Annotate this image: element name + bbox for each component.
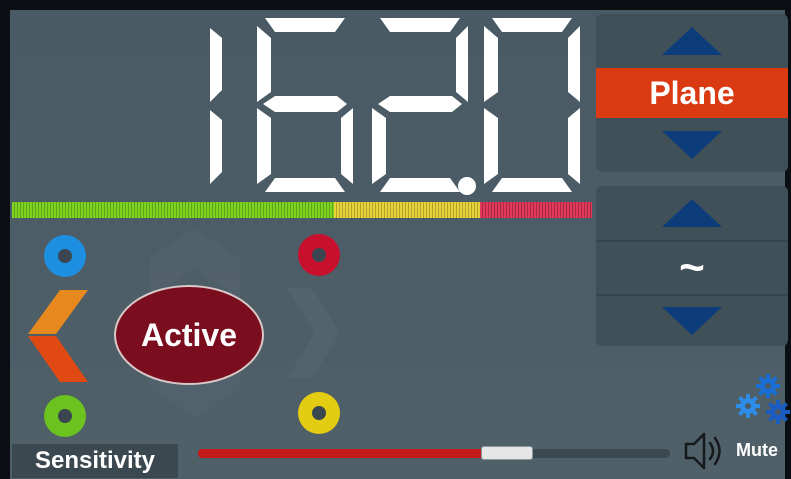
mode-up-button[interactable] bbox=[596, 14, 788, 68]
green-ring-indicator[interactable] bbox=[44, 395, 86, 437]
yellow-ring-indicator[interactable] bbox=[298, 392, 340, 434]
active-status-button[interactable]: Active bbox=[114, 285, 264, 385]
sensitivity-slider-thumb[interactable] bbox=[481, 446, 533, 460]
filter-panel: ~ bbox=[596, 186, 788, 346]
level-meter-green-zone bbox=[12, 202, 334, 218]
gears-icon[interactable] bbox=[734, 372, 790, 430]
digit-1 bbox=[210, 28, 222, 184]
chevron-right-icon[interactable] bbox=[282, 288, 342, 378]
sensitivity-slider-fill bbox=[198, 449, 486, 458]
seven-segment-readout bbox=[210, 18, 580, 195]
sensitivity-label: Sensitivity bbox=[12, 444, 178, 478]
sensitivity-slider[interactable] bbox=[198, 446, 670, 460]
device-screen: Plane ~ Active Sensitivity Mute bbox=[0, 0, 791, 479]
mode-down-button[interactable] bbox=[596, 118, 788, 172]
arrow-up-icon bbox=[662, 199, 722, 227]
chevron-left-icon[interactable] bbox=[26, 290, 90, 382]
mode-label: Plane bbox=[596, 68, 788, 118]
digit-6 bbox=[257, 18, 353, 192]
filter-up-button[interactable] bbox=[596, 186, 788, 240]
red-ring-indicator[interactable] bbox=[298, 234, 340, 276]
filter-value-label: ~ bbox=[679, 243, 705, 292]
level-meter bbox=[12, 202, 592, 218]
level-meter-yellow-zone bbox=[334, 202, 480, 218]
digit-0 bbox=[484, 18, 580, 192]
arrow-up-icon bbox=[662, 27, 722, 55]
bezel-left bbox=[0, 0, 10, 479]
speaker-icon[interactable] bbox=[682, 428, 728, 474]
filter-value: ~ bbox=[596, 242, 788, 294]
decimal-point bbox=[458, 177, 476, 195]
level-meter-red-zone bbox=[480, 202, 592, 218]
blue-ring-indicator[interactable] bbox=[44, 235, 86, 277]
arrow-down-icon bbox=[662, 131, 722, 159]
filter-down-button[interactable] bbox=[596, 296, 788, 346]
arrow-down-icon bbox=[662, 307, 722, 335]
mute-label: Mute bbox=[736, 440, 778, 460]
digit-2 bbox=[372, 18, 468, 192]
